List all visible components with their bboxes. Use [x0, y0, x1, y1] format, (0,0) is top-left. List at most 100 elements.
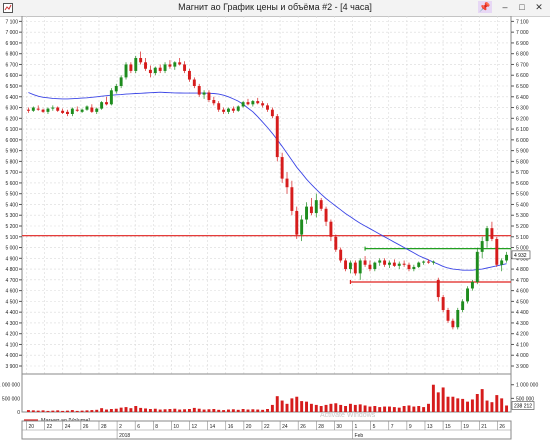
y-tick-label: 4 200: [5, 332, 18, 338]
pin-icon[interactable]: 📌: [478, 1, 492, 13]
candle-body: [383, 260, 387, 265]
x-tick-label: 5: [373, 424, 376, 430]
candle-body: [36, 108, 40, 110]
y-tick-label: 5 600: [516, 181, 529, 187]
title-bar: Магнит ао График цены и объёма #2 - [4 ч…: [0, 0, 550, 17]
candle-body: [251, 101, 255, 105]
volume-bar: [46, 410, 50, 412]
candle-body: [397, 263, 401, 266]
candle-body: [490, 228, 494, 239]
candle-body: [109, 90, 113, 105]
candle-body: [329, 221, 333, 237]
volume-bar: [95, 409, 99, 412]
volume-bar: [31, 410, 35, 412]
candle-body: [202, 92, 206, 95]
chart-canvas[interactable]: 3 900 3 900 4 000 4 000 4 100 4 100 4 200 4 200…: [0, 16, 550, 447]
maximize-button[interactable]: □: [515, 1, 529, 13]
y-tick-label: 7 000: [516, 30, 529, 36]
x-tick-label: 20: [246, 424, 252, 430]
candle-body: [114, 86, 118, 92]
candle-body: [236, 106, 240, 111]
volume-bar: [441, 387, 445, 412]
candle-body: [270, 109, 274, 117]
volume-bar: [500, 398, 504, 412]
y-tick-label: 4 300: [516, 321, 529, 327]
candle-body: [290, 187, 294, 211]
candle-body: [358, 260, 362, 274]
candle-body: [56, 107, 60, 111]
candle-body: [348, 262, 352, 270]
volume-bar: [324, 404, 328, 412]
volume-bar: [275, 396, 279, 412]
volume-bar: [348, 403, 352, 412]
volume-bar: [251, 409, 255, 412]
candle-body: [256, 101, 260, 104]
candle-body: [505, 254, 509, 261]
volume-bar: [187, 409, 191, 412]
candle-body: [129, 64, 133, 71]
x-tick-label: 26: [499, 424, 505, 430]
volume-tick-label: 500 000: [2, 396, 20, 402]
y-tick-label: 7 100: [5, 19, 18, 25]
y-tick-label: 4 800: [5, 267, 18, 273]
candle-body: [227, 108, 230, 112]
candle-body: [441, 297, 445, 310]
candle-body: [80, 109, 84, 112]
y-tick-label: 6 400: [516, 95, 529, 101]
candle-body: [163, 64, 167, 71]
y-tick-label: 3 900: [5, 364, 18, 370]
y-tick-label: 4 500: [5, 299, 18, 305]
close-button[interactable]: ✕: [532, 1, 546, 13]
y-tick-label: 6 700: [5, 62, 18, 68]
y-tick-label: 7 000: [5, 30, 18, 36]
candle-body: [461, 301, 465, 310]
candle-body: [446, 310, 450, 321]
volume-bar: [75, 410, 79, 412]
y-tick-label: 6 000: [5, 138, 18, 144]
candle-body: [324, 208, 328, 222]
volume-bar: [475, 394, 479, 412]
volume-bar: [466, 401, 469, 412]
y-tick-label: 4 500: [516, 299, 529, 305]
volume-bar: [51, 410, 55, 412]
x-tick-label: 10: [173, 424, 179, 430]
volume-bar: [56, 410, 60, 412]
candle-body: [373, 262, 377, 270]
volume-bar: [305, 401, 308, 412]
candle-body: [402, 263, 406, 265]
candle-body: [246, 102, 250, 105]
candle-body: [75, 109, 79, 111]
window-title: Магнит ао График цены и объёма #2 - [4 ч…: [178, 2, 372, 12]
volume-bar: [334, 403, 338, 412]
x-tick-label: 22: [264, 424, 270, 430]
volume-bar: [290, 398, 294, 412]
y-tick-label: 4 700: [516, 278, 529, 284]
watermark-text: Activate Windows: [320, 412, 376, 419]
volume-bar: [261, 409, 265, 412]
candle-body: [90, 107, 94, 112]
candle-body: [309, 206, 313, 214]
candle-body: [334, 236, 338, 250]
volume-bar: [168, 409, 172, 412]
candle-body: [168, 64, 172, 67]
x-tick-label: 13: [427, 424, 433, 430]
volume-bar: [70, 410, 74, 412]
candle-body: [466, 288, 469, 302]
y-tick-label: 4 800: [516, 267, 529, 273]
y-tick-label: 6 300: [5, 106, 18, 112]
candle-body: [61, 110, 65, 113]
candle-body: [119, 77, 123, 86]
y-tick-label: 6 200: [516, 116, 529, 122]
y-tick-label: 5 700: [516, 170, 529, 176]
x-tick-label: 1: [355, 424, 358, 430]
volume-bar: [339, 404, 343, 412]
y-tick-label: 5 000: [5, 246, 18, 252]
minimize-button[interactable]: –: [498, 1, 512, 13]
candle-body: [363, 260, 367, 265]
volume-bar: [202, 409, 206, 412]
candle-body: [134, 58, 138, 71]
y-tick-label: 5 400: [516, 202, 529, 208]
y-tick-label: 4 700: [5, 278, 18, 284]
candle-body: [241, 102, 245, 107]
volume-bar: [388, 406, 391, 412]
